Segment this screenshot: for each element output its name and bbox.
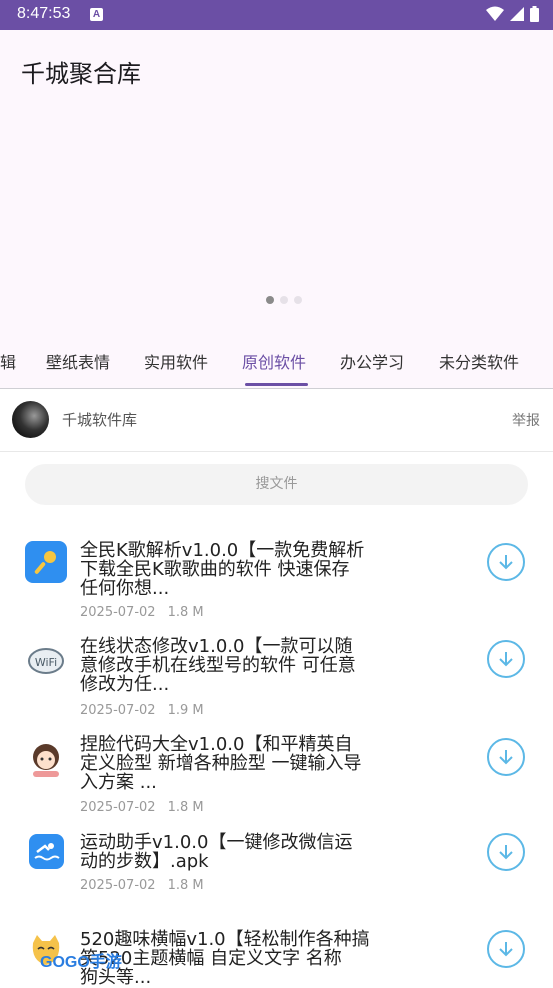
download-icon — [499, 750, 513, 765]
status-icons — [486, 6, 539, 22]
file-meta: 2025-07-02 1.8 M — [80, 605, 216, 620]
status-time: 8:47:53 — [17, 5, 71, 22]
page-title: 千城聚合库 — [21, 60, 141, 88]
signal-icon — [510, 7, 524, 21]
tab-original[interactable]: 原创软件 — [242, 349, 306, 373]
tab-office[interactable]: 办公学习 — [340, 349, 404, 373]
search-input[interactable]: 搜文件 — [25, 464, 528, 505]
pager-dot-active[interactable] — [266, 296, 274, 304]
file-name: 在线状态修改v1.0.0【一款可以随 意修改手机在线型号的软件 可任意 修改为任… — [80, 636, 356, 695]
microphone-icon — [25, 541, 67, 583]
watermark-logo: GOGO手游 — [40, 954, 122, 971]
battery-icon — [530, 6, 539, 22]
download-icon — [499, 845, 513, 860]
swimmer-icon — [29, 834, 64, 869]
download-button[interactable] — [487, 833, 525, 871]
file-size: 1.8 M — [167, 605, 204, 620]
file-size: 1.8 M — [167, 878, 204, 893]
tab-uncategorized[interactable]: 未分类软件 — [439, 349, 519, 373]
download-icon — [499, 555, 513, 570]
file-meta: 2025-07-02 1.8 M — [80, 878, 216, 893]
pager-dot[interactable] — [280, 296, 288, 304]
author-row: 千城软件库 举报 — [0, 389, 553, 452]
pager-dot[interactable] — [294, 296, 302, 304]
banner-pager — [266, 296, 302, 304]
report-button[interactable]: 举报 — [512, 410, 540, 430]
file-size: 1.9 M — [167, 703, 204, 718]
notification-a-icon: A — [90, 8, 103, 21]
tab-wallpaper[interactable]: 壁纸表情 — [46, 349, 110, 373]
download-button[interactable] — [487, 640, 525, 678]
tab-indicator — [245, 383, 308, 386]
file-date: 2025-07-02 — [80, 878, 156, 893]
download-button[interactable] — [487, 543, 525, 581]
file-name: 全民K歌解析v1.0.0【一款免费解析 下载全民K歌歌曲的软件 快速保存 任何你… — [80, 540, 365, 599]
file-meta: 2025-07-02 1.8 M — [80, 800, 216, 815]
file-name: 捏脸代码大全v1.0.0【和平精英自 定义脸型 新增各种脸型 一键输入导 入方案… — [80, 734, 362, 793]
file-date: 2025-07-02 — [80, 605, 156, 620]
wifi-badge-icon: WiFi — [25, 639, 67, 681]
wifi-icon — [486, 6, 504, 21]
tab-utility[interactable]: 实用软件 — [144, 349, 208, 373]
category-tabs: 辑 壁纸表情 实用软件 原创软件 办公学习 未分类软件 — [0, 340, 553, 389]
download-button[interactable] — [487, 738, 525, 776]
file-date: 2025-07-02 — [80, 703, 156, 718]
file-date: 2025-07-02 — [80, 800, 156, 815]
file-size: 1.8 M — [167, 800, 204, 815]
author-name[interactable]: 千城软件库 — [62, 409, 137, 430]
avatar[interactable] — [12, 401, 49, 438]
tab-partial[interactable]: 辑 — [0, 349, 16, 373]
download-icon — [499, 942, 513, 957]
download-icon — [499, 652, 513, 667]
file-name: 运动助手v1.0.0【一键修改微信运 动的步数】.apk — [80, 832, 353, 872]
status-bar: 8:47:53 A — [0, 0, 553, 30]
app-header: 千城聚合库 — [0, 30, 553, 340]
svg-text:WiFi: WiFi — [35, 656, 57, 669]
download-button[interactable] — [487, 930, 525, 968]
girl-face-icon — [25, 737, 67, 779]
file-name: 520趣味横幅v1.0【轻松制作各种搞 笑520主题横幅 自定义文字 名称 狗头… — [80, 929, 370, 988]
file-meta: 2025-07-02 1.9 M — [80, 703, 216, 718]
